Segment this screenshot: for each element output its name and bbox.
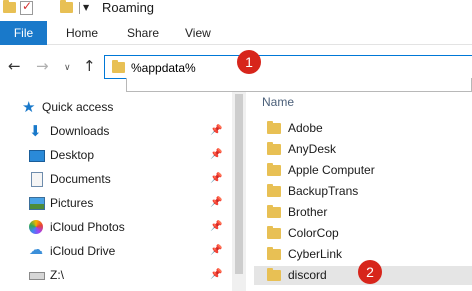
star-icon: ★ [22,98,36,116]
nav-item-network-drive[interactable]: Z:\ 📌 [0,264,230,288]
folder-icon [267,142,281,155]
ribbon-tabs: File Home Share View [0,21,472,45]
tab-home[interactable]: Home [66,21,98,45]
folder-icon [267,268,281,281]
folder-name: Adobe [288,121,323,135]
nav-label: Pictures [50,196,94,210]
desktop-icon [29,150,45,162]
forward-arrow-icon[interactable]: → [36,58,49,74]
step-badge-2: 2 [358,260,382,284]
list-item[interactable]: BackupTrans [254,182,472,201]
nav-label: Documents [50,172,111,186]
list-item[interactable]: Adobe [254,119,472,138]
folder-icon [112,60,125,73]
column-header-name[interactable]: Name [262,95,294,109]
folder-name: discord [288,268,327,282]
folder-icon [267,184,281,197]
folder-icon [267,247,281,260]
folder-icon [267,121,281,134]
download-icon: ⬇ [29,122,42,140]
documents-icon [31,172,43,187]
folder-name: CyberLink [288,247,343,261]
folder-name: ColorCop [288,226,339,240]
new-folder-icon[interactable] [60,0,73,13]
nav-item-downloads[interactable]: ⬇ Downloads 📌 [0,120,230,144]
scrollbar-thumb[interactable] [235,94,243,274]
nav-item-icloud-photos[interactable]: iCloud Photos 📌 [0,216,230,240]
pin-icon[interactable]: 📌 [210,149,222,160]
list-item[interactable]: Apple Computer [254,161,472,180]
tab-share[interactable]: Share [127,21,159,45]
nav-label: iCloud Drive [50,244,116,258]
address-bar[interactable] [104,55,472,79]
file-list: Name Adobe AnyDesk Apple Computer Backup… [248,92,472,291]
folder-icon [267,205,281,218]
step-badge-1: 1 [237,50,261,74]
up-arrow-icon[interactable]: ↑ [83,58,96,74]
icloud-drive-icon: ☁ [29,242,43,258]
pin-icon[interactable]: 📌 [210,173,222,184]
folder-icon [267,226,281,239]
nav-item-icloud-drive[interactable]: ☁ iCloud Drive 📌 [0,240,230,264]
network-drive-icon [29,272,45,280]
customize-toolbar-icon[interactable]: ▼ [83,3,92,13]
nav-label: Quick access [42,100,114,114]
recent-locations-chevron-icon[interactable]: ∨ [64,60,71,76]
window-title: Roaming [102,0,155,15]
navigation-pane: ★ Quick access ⬇ Downloads 📌 Desktop 📌 D… [0,92,230,291]
folder-icon [267,163,281,176]
address-input[interactable] [131,59,331,76]
vertical-scrollbar[interactable] [232,92,246,291]
nav-label: Z:\ [50,268,64,282]
nav-item-quick-access[interactable]: ★ Quick access [0,96,230,120]
pin-icon[interactable]: 📌 [210,125,222,136]
title-bar: ✓ ▼ Roaming [0,0,472,18]
quick-access-separator [79,2,80,14]
nav-label: Desktop [50,148,95,162]
address-suggestion-dropdown [126,78,472,92]
nav-label: Downloads [50,124,110,138]
tab-file[interactable]: File [0,21,47,45]
folder-name: AnyDesk [288,142,337,156]
pin-icon[interactable]: 📌 [210,269,222,280]
pin-icon[interactable]: 📌 [210,221,222,232]
back-arrow-icon[interactable]: ← [8,58,21,74]
list-item[interactable]: AnyDesk [254,140,472,159]
folder-name: Brother [288,205,328,219]
pin-icon[interactable]: 📌 [210,245,222,256]
pin-icon[interactable]: 📌 [210,197,222,208]
tab-view[interactable]: View [185,21,211,45]
folder-name: Apple Computer [288,163,375,177]
folder-icon [3,0,16,13]
nav-item-desktop[interactable]: Desktop 📌 [0,144,230,168]
list-item[interactable]: ColorCop [254,224,472,243]
properties-icon[interactable]: ✓ [20,0,33,15]
nav-label: iCloud Photos [50,220,125,234]
folder-name: BackupTrans [288,184,359,198]
pictures-icon [29,197,45,210]
nav-item-documents[interactable]: Documents 📌 [0,168,230,192]
icloud-photos-icon [29,220,43,234]
list-item[interactable]: Brother [254,203,472,222]
nav-item-pictures[interactable]: Pictures 📌 [0,192,230,216]
